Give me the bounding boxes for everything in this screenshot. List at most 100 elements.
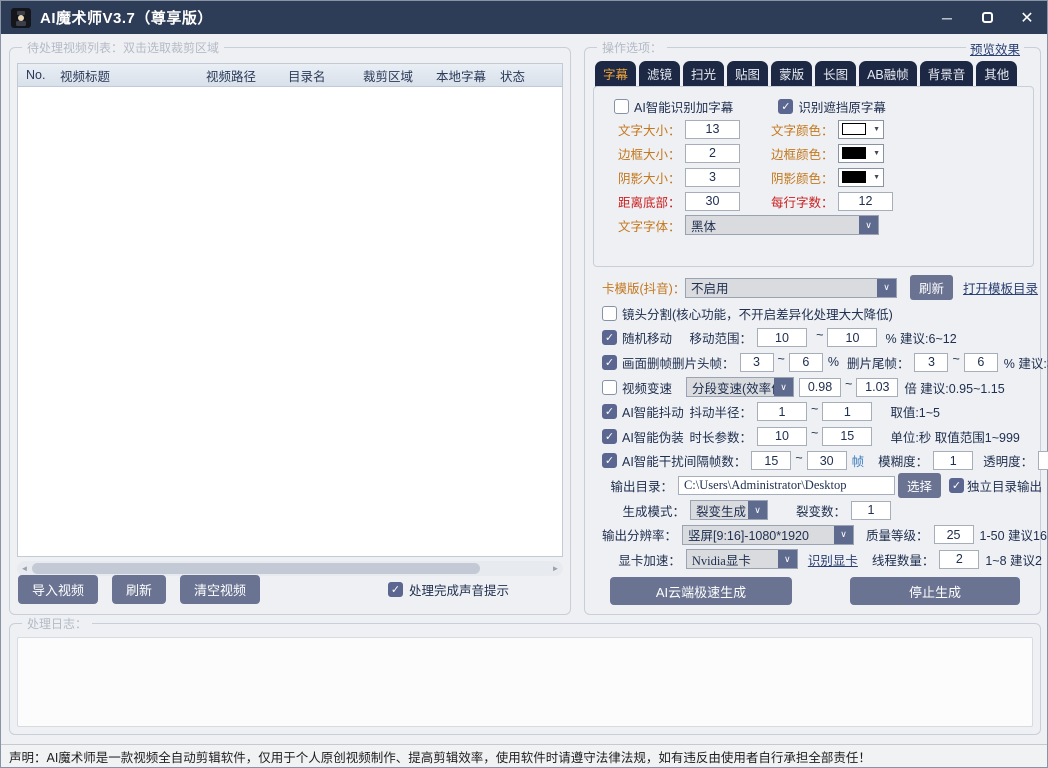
gpu-dropdown[interactable]: Nvidia显卡 ∨ xyxy=(686,549,798,569)
horizontal-scrollbar[interactable]: ◄ ► xyxy=(17,561,563,576)
gpu-value: Nvidia显卡 xyxy=(687,550,778,569)
video-speed-checkbox[interactable] xyxy=(602,380,617,395)
quality-input[interactable]: 25 xyxy=(934,525,974,544)
fission-count-input[interactable]: 1 xyxy=(851,501,891,520)
output-dir-input[interactable]: C:\Users\Administrator\Desktop xyxy=(678,476,895,495)
tab-subtitle[interactable]: 字幕 xyxy=(595,61,636,87)
gen-mode-arrow-icon: ∨ xyxy=(748,501,767,519)
shake-max-input[interactable]: 1 xyxy=(822,402,872,421)
speed-hint: 倍 建议:0.95~1.15 xyxy=(904,378,1004,397)
options-panel: 操作选项： 预览效果 字幕 滤镜 扫光 贴图 蒙版 长图 AB融帧 背景音 其他… xyxy=(584,47,1041,615)
shadow-color-swatch xyxy=(842,171,866,183)
random-move-checkbox[interactable]: ✓ xyxy=(602,330,617,345)
template-refresh-button[interactable]: 刷新 xyxy=(910,275,953,300)
speed-max-input[interactable]: 1.03 xyxy=(856,378,898,397)
maximize-button[interactable] xyxy=(979,10,995,26)
shake-min-input[interactable]: 1 xyxy=(757,402,807,421)
text-color-dropdown[interactable]: ▼ xyxy=(838,120,884,139)
scroll-left-icon[interactable]: ◄ xyxy=(17,561,32,576)
import-video-button[interactable]: 导入视频 xyxy=(18,575,98,604)
move-range-max-input[interactable]: 10 xyxy=(827,328,877,347)
del-tail-max-input[interactable]: 6 xyxy=(964,353,998,372)
bottom-distance-input[interactable]: 30 xyxy=(685,192,740,211)
choose-dir-button[interactable]: 选择 xyxy=(898,473,941,498)
speed-mode-dropdown[interactable]: 分段变速(效率优 ∨ xyxy=(686,377,794,397)
card-template-dropdown[interactable]: 不启用 ∨ xyxy=(685,278,897,298)
ai-disguise-checkbox[interactable]: ✓ xyxy=(602,429,617,444)
ai-add-subtitle-checkbox[interactable] xyxy=(614,99,629,114)
sound-tip-label: 处理完成声音提示 xyxy=(409,580,509,599)
shadow-color-label: 阴影颜色： xyxy=(771,168,833,187)
tab-ab-blend[interactable]: AB融帧 xyxy=(859,61,917,87)
tab-sticker[interactable]: 贴图 xyxy=(727,61,768,87)
options-group-label: 操作选项： xyxy=(597,39,667,56)
horizontal-scrollbar-thumb[interactable] xyxy=(32,563,480,574)
close-button[interactable]: ✕ xyxy=(1019,10,1035,26)
app-icon xyxy=(11,8,31,28)
gpu-accel-label: 显卡加速： xyxy=(602,550,681,569)
detect-gpu-link[interactable]: 识别显卡 xyxy=(808,550,858,569)
duration-max-input[interactable]: 15 xyxy=(822,427,872,446)
del-head-min-input[interactable]: 3 xyxy=(740,353,774,372)
refresh-list-button[interactable]: 刷新 xyxy=(112,575,166,604)
border-size-input[interactable]: 2 xyxy=(685,144,740,163)
minimize-button[interactable]: ─ xyxy=(939,10,955,26)
del-frames-hint: % 建议:3~6 xyxy=(1004,353,1048,372)
tab-other[interactable]: 其他 xyxy=(976,61,1017,87)
scroll-right-icon[interactable]: ► xyxy=(548,561,563,576)
quality-label: 质量等级： xyxy=(866,525,929,544)
cover-original-subtitle-checkbox[interactable]: ✓ xyxy=(778,99,793,114)
interval-min-input[interactable]: 15 xyxy=(751,451,791,470)
gen-mode-value: 裂变生成 xyxy=(691,501,748,520)
blur-input[interactable]: 1 xyxy=(933,451,973,470)
chars-per-line-input[interactable]: 12 xyxy=(838,192,893,211)
delete-frames-label: 画面删帧 xyxy=(622,353,672,372)
ai-shake-checkbox[interactable]: ✓ xyxy=(602,404,617,419)
maximize-icon xyxy=(982,12,993,23)
open-template-dir-link[interactable]: 打开模板目录 xyxy=(963,278,1038,297)
text-font-dropdown[interactable]: 黑体 ∨ xyxy=(685,215,879,235)
ai-add-subtitle-label: AI智能识别加字幕 xyxy=(634,97,733,116)
video-list-group-label: 待处理视频列表：双击选取裁剪区域 xyxy=(22,39,224,56)
ai-interfere-checkbox[interactable]: ✓ xyxy=(602,453,617,468)
chars-per-line-label: 每行字数： xyxy=(771,192,833,211)
gpu-arrow-icon: ∨ xyxy=(778,550,797,568)
video-list-table[interactable]: No. 视频标题 视频路径 目录名 裁剪区域 本地字幕 状态 xyxy=(17,63,563,557)
del-tail-min-input[interactable]: 3 xyxy=(914,353,948,372)
video-list-body[interactable] xyxy=(18,87,562,556)
tab-long-image[interactable]: 长图 xyxy=(815,61,856,87)
text-size-input[interactable]: 13 xyxy=(685,120,740,139)
subtitle-tab-content: AI智能识别加字幕 ✓ 识别遮挡原字幕 文字大小： 13 文字颜色： ▼ 边框大… xyxy=(593,86,1034,267)
shadow-size-input[interactable]: 3 xyxy=(685,168,740,187)
speed-min-input[interactable]: 0.98 xyxy=(799,378,841,397)
stop-generate-button[interactable]: 停止生成 xyxy=(850,577,1020,605)
resolution-value: 竖屏[9:16]-1080*1920 xyxy=(683,525,834,544)
clear-videos-button[interactable]: 清空视频 xyxy=(180,575,260,604)
tab-filter[interactable]: 滤镜 xyxy=(639,61,680,87)
tab-sweep-light[interactable]: 扫光 xyxy=(683,61,724,87)
threads-input[interactable]: 2 xyxy=(939,550,979,569)
sound-tip-checkbox[interactable]: ✓ xyxy=(388,582,403,597)
independent-dir-checkbox[interactable]: ✓ xyxy=(949,478,964,493)
preview-effect-link[interactable]: 预览效果 xyxy=(970,43,1020,57)
text-size-label: 文字大小： xyxy=(618,120,680,139)
shadow-color-dropdown[interactable]: ▼ xyxy=(838,168,884,187)
gen-mode-dropdown[interactable]: 裂变生成 ∨ xyxy=(690,500,768,520)
resolution-dropdown[interactable]: 竖屏[9:16]-1080*1920 ∨ xyxy=(682,525,854,545)
interval-max-input[interactable]: 30 xyxy=(807,451,847,470)
speed-mode-arrow-icon: ∨ xyxy=(774,378,793,396)
threads-hint: 1~8 建议2 xyxy=(985,550,1042,569)
duration-min-input[interactable]: 10 xyxy=(757,427,807,446)
del-head-max-input[interactable]: 6 xyxy=(789,353,823,372)
tab-mask[interactable]: 蒙版 xyxy=(771,61,812,87)
move-range-min-input[interactable]: 10 xyxy=(757,328,807,347)
cloud-generate-button[interactable]: AI云端极速生成 xyxy=(610,577,792,605)
border-color-dropdown[interactable]: ▼ xyxy=(838,144,884,163)
column-video-path: 视频路径 xyxy=(206,66,288,85)
tab-bgm[interactable]: 背景音 xyxy=(920,61,974,87)
lens-split-checkbox[interactable] xyxy=(602,306,617,321)
ai-disguise-label: AI智能伪装 xyxy=(622,427,686,446)
delete-frames-checkbox[interactable]: ✓ xyxy=(602,355,617,370)
log-output-area[interactable] xyxy=(17,637,1033,727)
opacity-input[interactable]: 0.2 xyxy=(1038,451,1048,470)
